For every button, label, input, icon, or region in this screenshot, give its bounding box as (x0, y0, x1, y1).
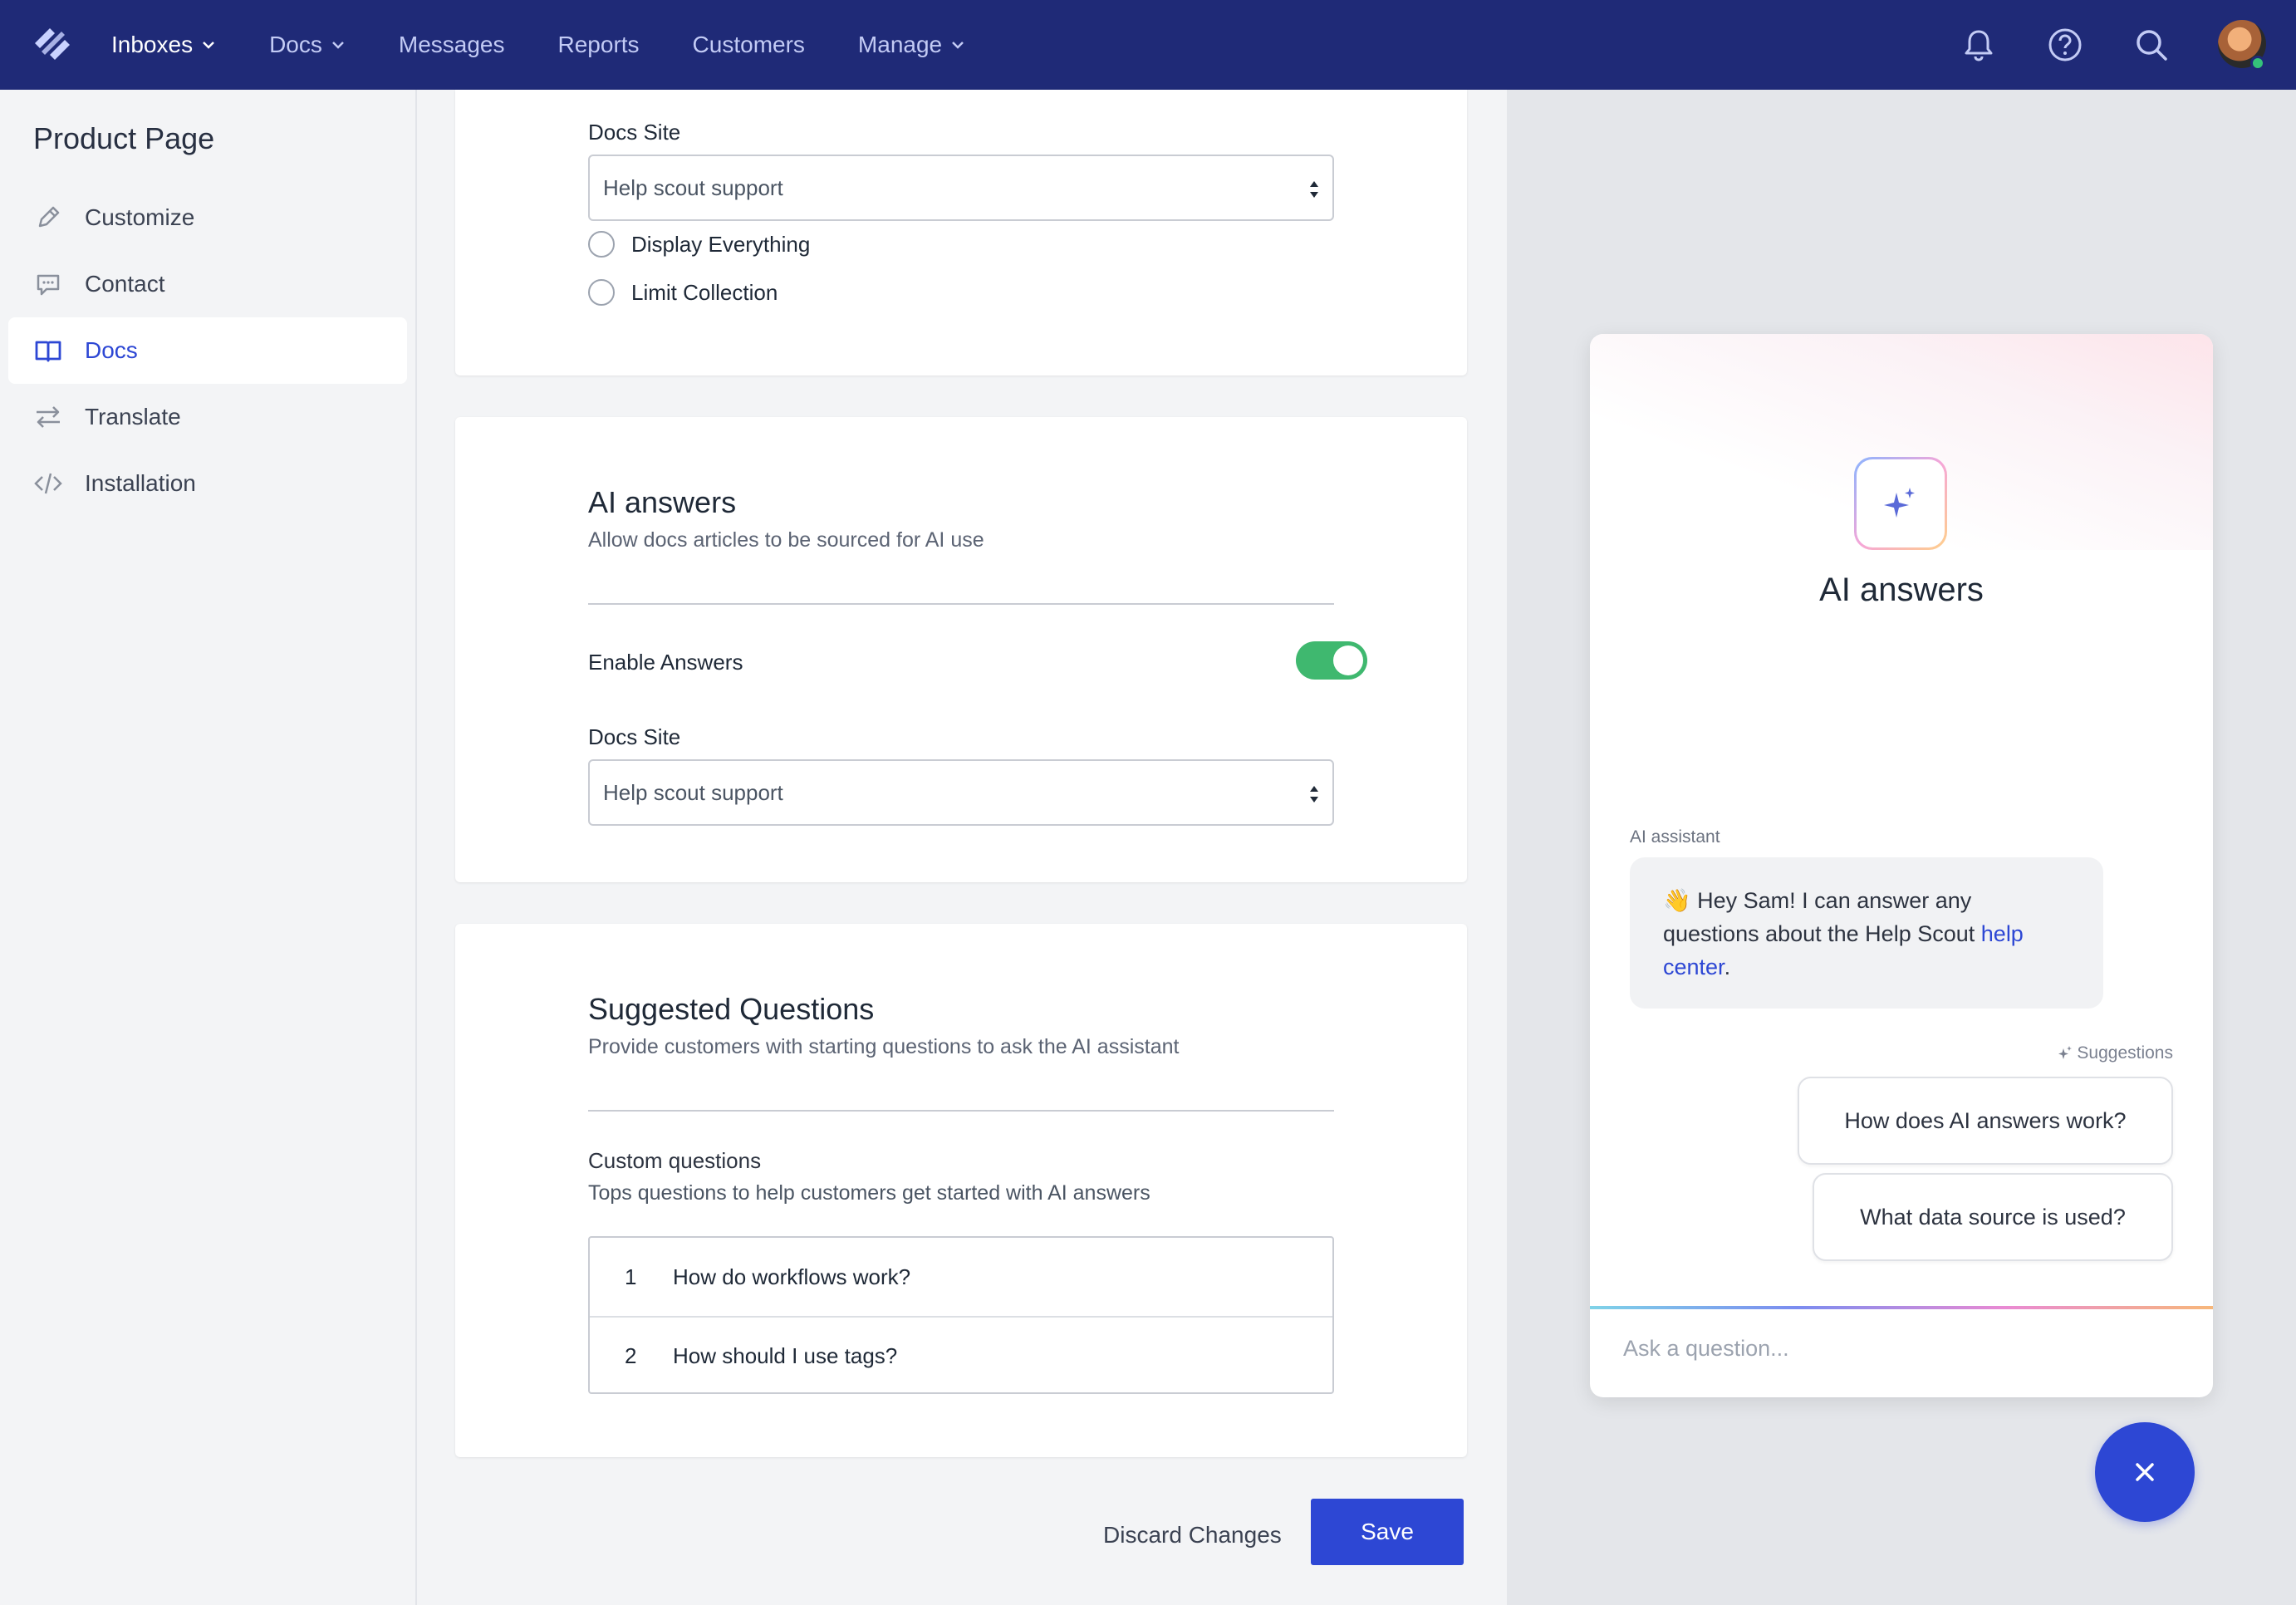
docs-site-select-value: Help scout support (603, 174, 783, 200)
suggested-questions-card: Suggested Questions Provide customers wi… (455, 924, 1467, 1457)
suggestion-button[interactable]: What data source is used? (1813, 1173, 2173, 1261)
sidebar-item-label: Customize (85, 204, 195, 230)
nav-docs[interactable]: Docs (269, 32, 346, 58)
helpscout-logo-icon[interactable] (30, 22, 75, 66)
greeting-text: Hey Sam! I can answer any questions abou… (1663, 888, 1975, 946)
ai-answers-card: AI answers Allow docs articles to be sou… (455, 417, 1467, 882)
divider (588, 1110, 1334, 1112)
nav-inboxes-label: Inboxes (111, 32, 194, 57)
nav-reports-label: Reports (557, 32, 640, 57)
select-arrows-icon (1310, 181, 1318, 198)
nav-manage-label: Manage (857, 32, 943, 57)
suggestions-label: Suggestions (2057, 1043, 2173, 1063)
suggestion-button[interactable]: How does AI answers work? (1798, 1077, 2173, 1165)
main-content: Docs Site Help scout support Display Eve… (419, 90, 1507, 1605)
top-nav: Inboxes Docs Messages Reports Customers … (0, 0, 2296, 90)
pencil-icon (38, 206, 60, 228)
question-number: 1 (625, 1264, 637, 1289)
chevron-down-icon (952, 42, 964, 49)
book-icon (35, 341, 61, 362)
sidebar-item-label: Docs (85, 337, 138, 363)
nav-manage[interactable]: Manage (858, 32, 965, 58)
docs-site-select[interactable]: Help scout support (588, 155, 1334, 221)
question-text: How do workflows work? (673, 1264, 911, 1289)
enable-answers-toggle[interactable] (1296, 641, 1367, 680)
discard-changes-button[interactable]: Discard Changes (1103, 1522, 1282, 1549)
chevron-down-icon (203, 42, 214, 49)
nav-docs-label: Docs (269, 32, 322, 57)
custom-questions-list: 1 How do workflows work? 2 How should I … (588, 1236, 1334, 1394)
assistant-message-bubble: 👋 Hey Sam! I can answer any questions ab… (1630, 857, 2103, 1009)
save-button[interactable]: Save (1311, 1499, 1464, 1565)
toggle-knob (1333, 645, 1363, 675)
list-item[interactable]: 2 How should I use tags? (590, 1316, 1332, 1394)
sparkle-icon (1884, 488, 1915, 518)
question-text: How should I use tags? (673, 1342, 898, 1368)
radio-label: Limit Collection (631, 279, 778, 305)
sidebar-item-customize[interactable]: Customize (8, 184, 407, 251)
question-number: 2 (625, 1342, 637, 1368)
sidebar: Product Page Customize Contact Docs Tran… (0, 90, 417, 1605)
ai-docs-site-select-value: Help scout support (603, 779, 783, 805)
nav-customers[interactable]: Customers (693, 32, 805, 58)
close-icon (2136, 1463, 2154, 1481)
nav-messages[interactable]: Messages (399, 32, 505, 58)
nav-messages-label: Messages (398, 32, 505, 57)
code-icon (34, 473, 62, 494)
suggested-questions-title: Suggested Questions (588, 992, 875, 1026)
radio-limit-collection[interactable]: Limit Collection (588, 279, 778, 306)
nav-inboxes[interactable]: Inboxes (111, 32, 216, 58)
suggested-questions-subtitle: Provide customers with starting question… (588, 1035, 1180, 1058)
radio-button[interactable] (588, 231, 615, 258)
widget-title: AI answers (1819, 572, 1984, 608)
close-widget-button[interactable] (2095, 1422, 2195, 1522)
bell-icon[interactable] (1960, 27, 1997, 63)
list-item[interactable]: 1 How do workflows work? (590, 1238, 1332, 1316)
docs-site-label: Docs Site (588, 120, 681, 145)
ai-docs-site-select[interactable]: Help scout support (588, 759, 1334, 826)
arrows-swap-icon (37, 406, 60, 428)
ai-answers-widget: AI answers AI assistant 👋 Hey Sam! I can… (1590, 334, 2213, 1397)
ai-answers-subtitle: Allow docs articles to be sourced for AI… (588, 528, 984, 552)
sidebar-item-label: Translate (85, 404, 181, 429)
sidebar-item-translate[interactable]: Translate (8, 384, 407, 450)
input-gradient-divider (1590, 1306, 2213, 1309)
sidebar-item-installation[interactable]: Installation (8, 450, 407, 517)
greeting-end: . (1724, 955, 1731, 979)
docs-site-label: Docs Site (588, 724, 681, 749)
custom-questions-label: Custom questions (588, 1148, 762, 1173)
radio-display-everything[interactable]: Display Everything (588, 231, 810, 258)
sidebar-item-docs[interactable]: Docs (8, 317, 407, 384)
nav-customers-label: Customers (692, 32, 805, 57)
nav-reports[interactable]: Reports (558, 32, 640, 58)
sidebar-item-label: Installation (85, 470, 196, 496)
sidebar-item-label: Contact (85, 271, 165, 297)
search-icon[interactable] (2133, 27, 2170, 63)
radio-button[interactable] (588, 279, 615, 306)
enable-answers-label: Enable Answers (588, 650, 743, 675)
divider (588, 603, 1334, 605)
ask-question-input[interactable]: Ask a question... (1623, 1336, 1789, 1362)
sparkle-icon (2058, 1046, 2073, 1059)
sidebar-title: Product Page (33, 121, 215, 155)
wave-emoji: 👋 (1663, 888, 1691, 913)
ai-answers-title: AI answers (588, 485, 737, 519)
select-arrows-icon (1310, 786, 1318, 802)
online-status-dot (2250, 56, 2265, 71)
assistant-label: AI assistant (1630, 827, 1720, 847)
radio-label: Display Everything (631, 231, 811, 257)
custom-questions-sub: Tops questions to help customers get sta… (588, 1181, 1150, 1205)
help-icon[interactable] (2047, 27, 2083, 63)
chevron-down-icon (331, 42, 344, 49)
docs-site-card: Docs Site Help scout support Display Eve… (455, 90, 1467, 375)
ai-sparkle-badge (1854, 457, 1947, 550)
chat-bubble-icon (37, 274, 60, 296)
suggestions-label-text: Suggestions (2077, 1043, 2173, 1063)
sidebar-item-contact[interactable]: Contact (8, 251, 407, 317)
